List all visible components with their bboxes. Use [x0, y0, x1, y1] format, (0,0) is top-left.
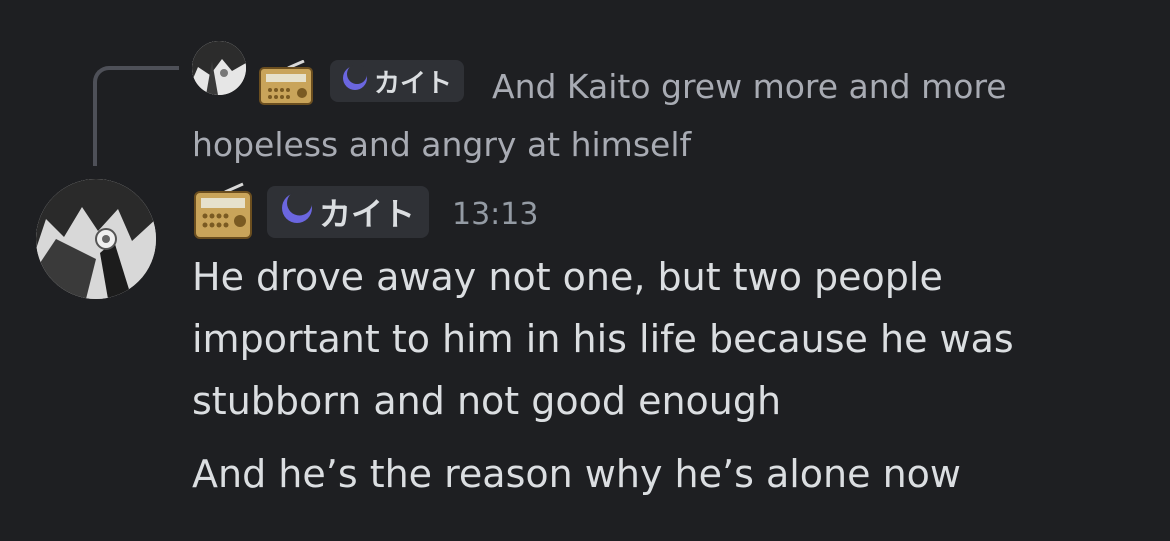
author-avatar[interactable] [36, 179, 156, 299]
message-timestamp[interactable]: 13:13 [452, 197, 538, 232]
crescent-moon-icon [281, 190, 313, 232]
reply-connector [93, 66, 179, 166]
reply-preview-text[interactable]: And Kaito grew more and more hopeless an… [192, 58, 1152, 174]
radio-icon [193, 182, 253, 244]
author-role-badge[interactable]: カイト [267, 186, 430, 238]
author-badge-label: カイト [319, 195, 416, 233]
message-text: And he’s the reason why he’s alone now [192, 452, 961, 496]
message-text: He drove away not one, but two people im… [192, 255, 1014, 423]
